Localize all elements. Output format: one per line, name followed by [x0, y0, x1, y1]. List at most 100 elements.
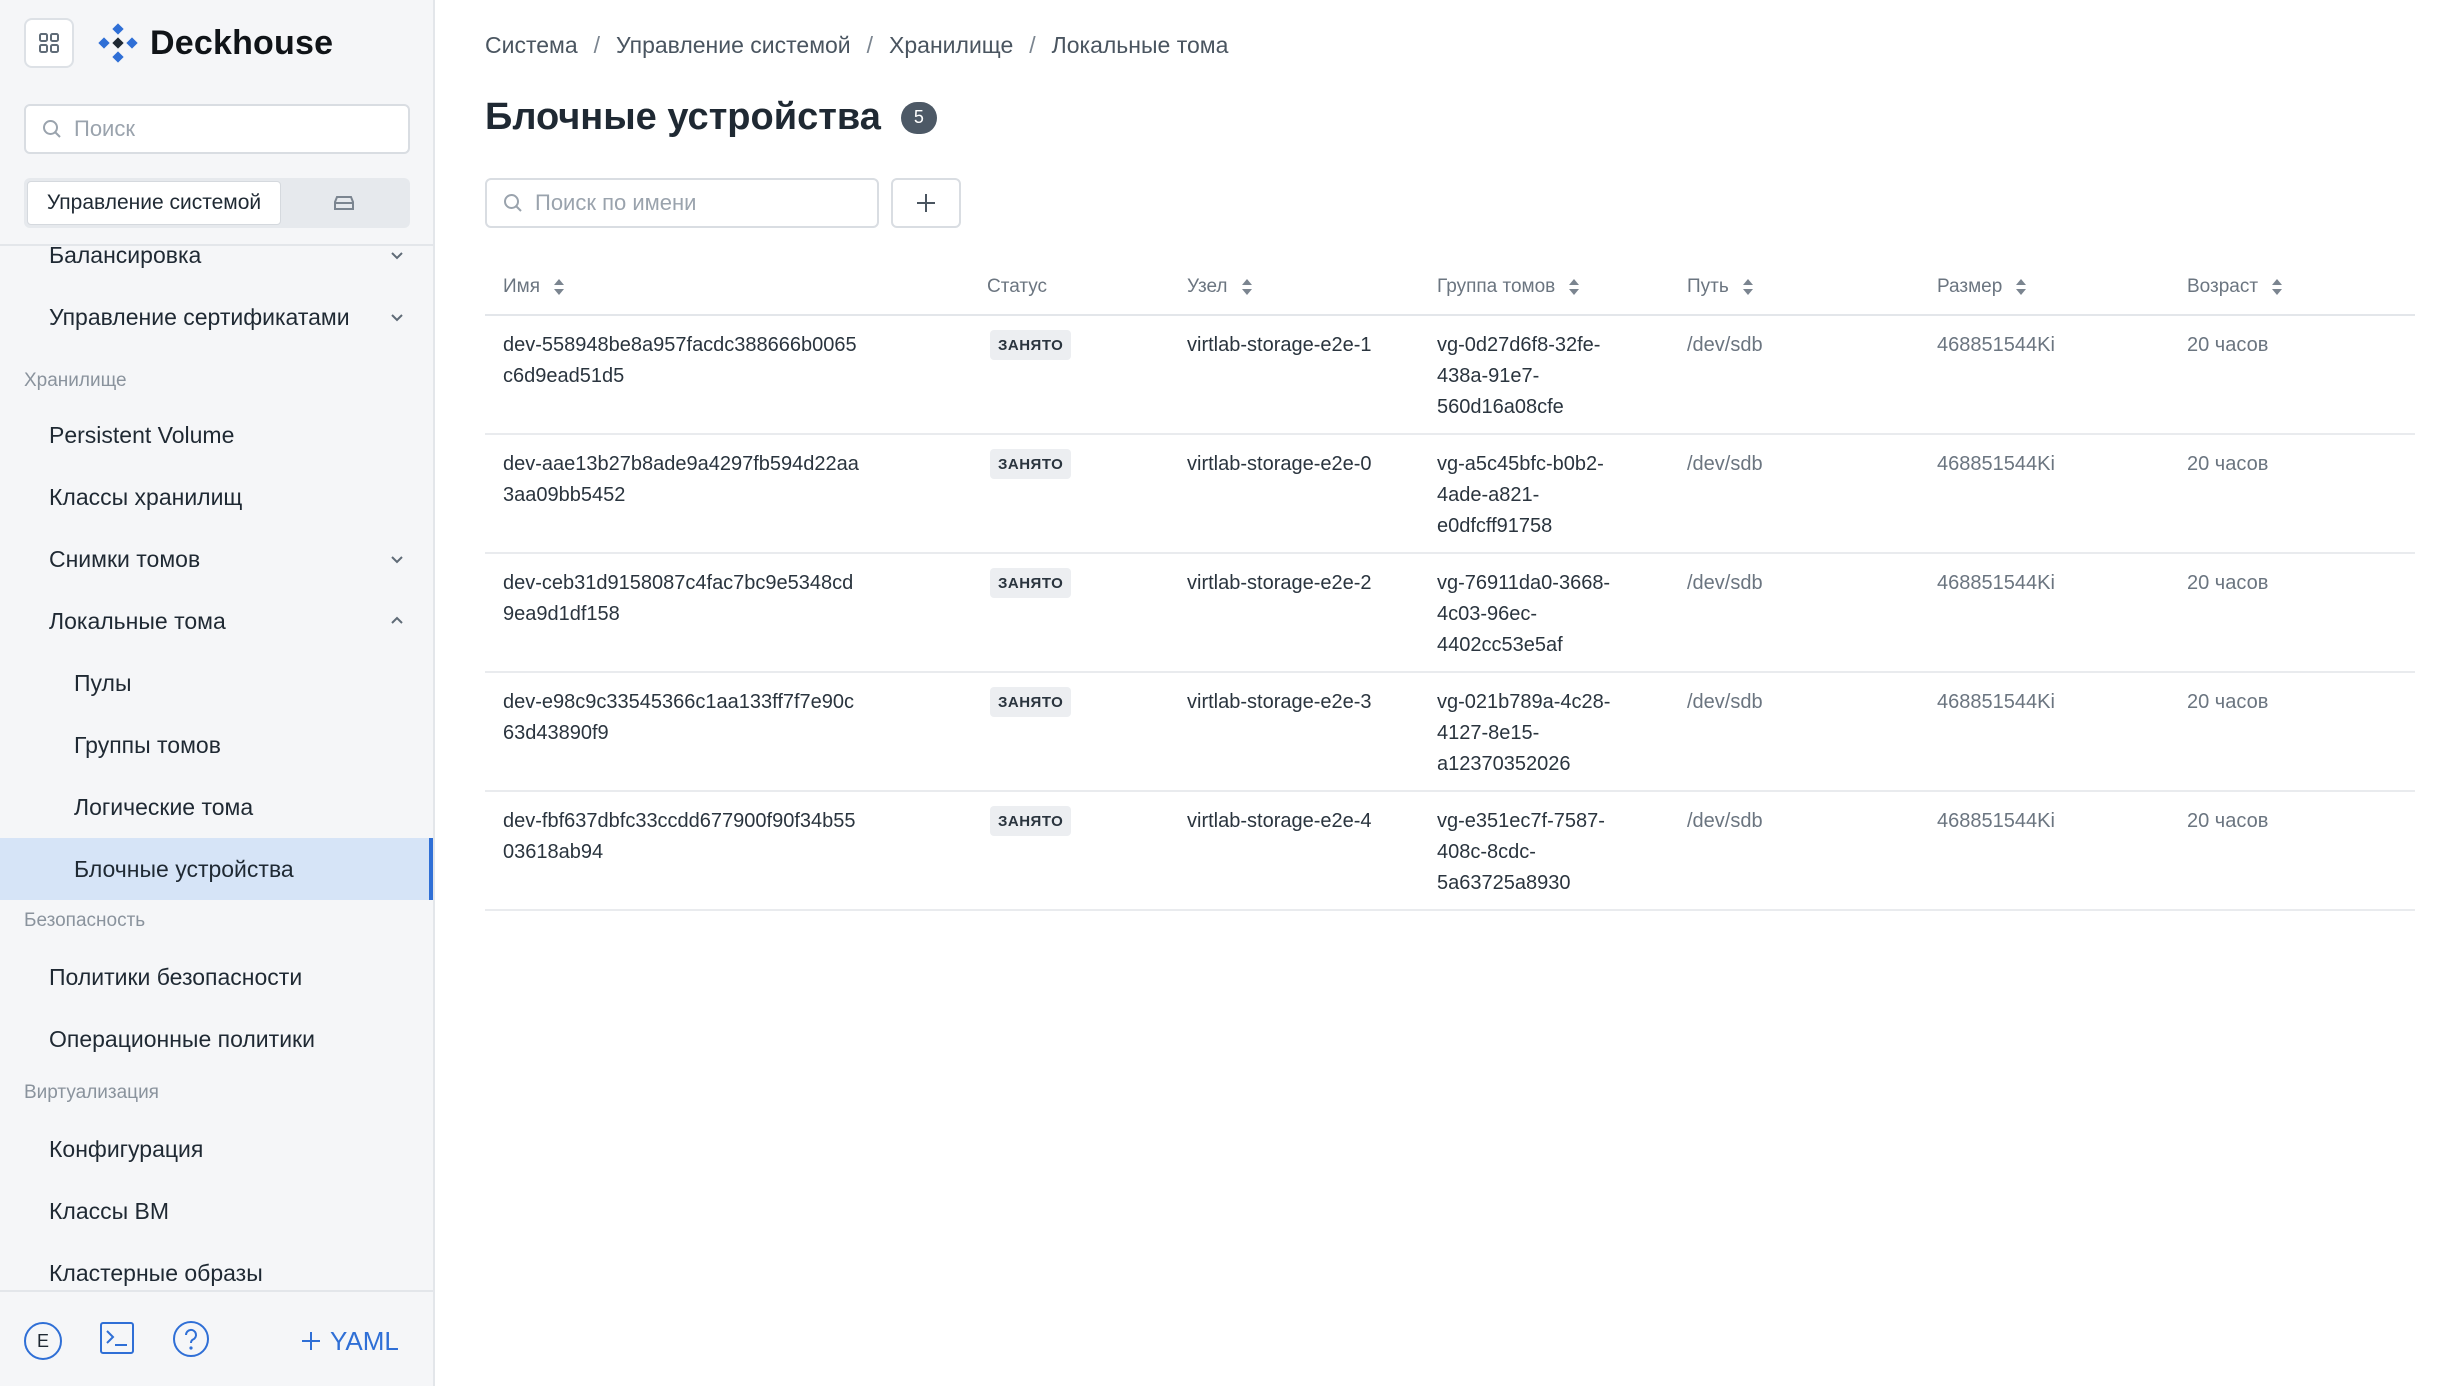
grid-icon: [39, 33, 59, 53]
page-title: Блочные устройства: [485, 96, 881, 138]
sidebar-item-label: Операционные политики: [49, 1025, 315, 1052]
section-switcher: Управление системой: [24, 178, 410, 228]
cell-volume-group: vg-76911da0-3668-4c03-96ec-4402cc53e5af: [1437, 572, 1611, 656]
table-row[interactable]: dev-ceb31d9158087c4fac7bc9e5348cd9ea9d1d…: [485, 554, 2415, 673]
terminal-icon[interactable]: [100, 1322, 134, 1354]
cell-name[interactable]: dev-fbf637dbfc33ccdd677900f90f34b5503618…: [503, 806, 863, 868]
cell-age: 20 часов: [2187, 572, 2269, 594]
cell-size: 468851544Ki: [1937, 572, 2055, 594]
cell-path: /dev/sdb: [1687, 334, 1763, 356]
cell-volume-group: vg-0d27d6f8-32fe-438a-91e7-560d16a08cfe: [1437, 334, 1601, 418]
help-icon[interactable]: [172, 1320, 210, 1358]
sidebar-item-label: Persistent Volume: [49, 421, 235, 448]
sidebar-search[interactable]: [24, 104, 410, 154]
nav-section-security: Безопасность: [24, 910, 146, 931]
cell-age: 20 часов: [2187, 453, 2269, 475]
sidebar-topbar: Deckhouse: [0, 0, 433, 90]
sidebar-item-label: Блочные устройства: [74, 855, 294, 882]
breadcrumb-item-system-management[interactable]: Управление системой: [616, 32, 851, 59]
sidebar-item-label: Классы ВМ: [49, 1197, 170, 1224]
sidebar-item-block-devices[interactable]: Блочные устройства: [0, 838, 433, 900]
sidebar-item-security-policies[interactable]: Политики безопасности: [0, 946, 433, 1008]
cell-path: /dev/sdb: [1687, 453, 1763, 475]
sidebar-item-cert-management[interactable]: Управление сертификатами: [0, 286, 433, 348]
column-header-status: Статус: [987, 276, 1047, 298]
breadcrumb-separator: /: [593, 32, 601, 58]
brand-logo[interactable]: Deckhouse: [98, 18, 333, 68]
sort-icon: [2016, 279, 2027, 295]
cell-node: virtlab-storage-e2e-3: [1187, 691, 1372, 713]
breadcrumb-item-storage[interactable]: Хранилище: [889, 32, 1013, 59]
title-row: Блочные устройства 5: [485, 96, 937, 139]
cell-path: /dev/sdb: [1687, 572, 1763, 594]
sidebar-nav: Балансировка Управление сертификатами Хр…: [0, 244, 433, 1290]
sidebar-item-configuration[interactable]: Конфигурация: [0, 1118, 433, 1180]
column-header-label: Статус: [987, 276, 1048, 297]
segment-system-management[interactable]: Управление системой: [27, 181, 281, 225]
sidebar-item-local-volumes[interactable]: Локальные тома: [0, 590, 433, 652]
column-header-age[interactable]: Возраст: [2187, 276, 2284, 298]
breadcrumb-item-system[interactable]: Система: [485, 32, 578, 59]
cell-path: /dev/sdb: [1687, 691, 1763, 713]
cell-volume-group: vg-e351ec7f-7587-408c-8cdc-5a63725a8930: [1437, 810, 1605, 894]
search-icon: [504, 194, 522, 212]
sidebar-item-label: Группы томов: [74, 731, 221, 758]
cell-name[interactable]: dev-aae13b27b8ade9a4297fb594d22aa3aa09bb…: [503, 449, 863, 511]
column-header-size[interactable]: Размер: [1937, 276, 2028, 298]
column-header-label: Возраст: [2187, 276, 2259, 297]
status-badge: ЗАНЯТО: [990, 687, 1072, 717]
sidebar-item-vm-classes[interactable]: Классы ВМ: [0, 1180, 433, 1242]
segment-storage[interactable]: [281, 181, 407, 225]
deckhouse-logo-icon: [98, 23, 138, 63]
sidebar-item-storage-classes[interactable]: Классы хранилищ: [0, 466, 433, 528]
sort-icon: [554, 279, 565, 295]
cell-size: 468851544Ki: [1937, 453, 2055, 475]
cell-age: 20 часов: [2187, 810, 2269, 832]
sidebar-item-persistent-volume[interactable]: Persistent Volume: [0, 404, 433, 466]
column-header-name[interactable]: Имя: [503, 276, 566, 298]
sidebar-search-input[interactable]: [74, 116, 394, 142]
sidebar-item-cluster-images[interactable]: Кластерные образы: [0, 1242, 433, 1290]
breadcrumb-separator: /: [866, 32, 874, 58]
sidebar-item-label: Конфигурация: [49, 1135, 204, 1162]
table-row[interactable]: dev-fbf637dbfc33ccdd677900f90f34b5503618…: [485, 792, 2415, 911]
status-badge: ЗАНЯТО: [990, 449, 1072, 479]
sidebar-item-operational-policies[interactable]: Операционные политики: [0, 1008, 433, 1070]
name-filter[interactable]: [485, 178, 879, 228]
sidebar-item-volume-snapshots[interactable]: Снимки томов: [0, 528, 433, 590]
add-button[interactable]: [891, 178, 961, 228]
sidebar-item-label: Балансировка: [49, 244, 202, 268]
sidebar-item-label: Управление сертификатами: [49, 303, 350, 330]
sidebar-item-balancing[interactable]: Балансировка: [0, 244, 433, 286]
apps-grid-button[interactable]: [24, 18, 74, 68]
column-header-node[interactable]: Узел: [1187, 276, 1254, 298]
table-row[interactable]: dev-e98c9c33545366c1aa133ff7f7e90c63d438…: [485, 673, 2415, 792]
sidebar-item-label: Локальные тома: [49, 607, 226, 634]
sidebar-item-volume-groups[interactable]: Группы томов: [0, 714, 433, 776]
storage-icon: [334, 196, 354, 210]
cell-name[interactable]: dev-558948be8a957facdc388666b0065c6d9ead…: [503, 330, 863, 392]
status-badge: ЗАНЯТО: [990, 330, 1072, 360]
cell-name[interactable]: dev-e98c9c33545366c1aa133ff7f7e90c63d438…: [503, 687, 863, 749]
cell-name[interactable]: dev-ceb31d9158087c4fac7bc9e5348cd9ea9d1d…: [503, 568, 863, 630]
search-icon: [43, 120, 61, 138]
cell-size: 468851544Ki: [1937, 334, 2055, 356]
column-header-volume-group[interactable]: Группа томов: [1437, 276, 1581, 298]
table-row[interactable]: dev-558948be8a957facdc388666b0065c6d9ead…: [485, 316, 2415, 435]
breadcrumb-item-local-volumes[interactable]: Локальные тома: [1052, 32, 1229, 59]
add-yaml-button[interactable]: YAML: [300, 1322, 399, 1360]
chevron-down-icon: [391, 314, 403, 322]
user-avatar[interactable]: E: [24, 1322, 62, 1360]
name-filter-input[interactable]: [535, 190, 865, 216]
nav-section-storage: Хранилище: [24, 370, 127, 391]
nav-section-virtualization: Виртуализация: [24, 1082, 159, 1103]
add-yaml-label: YAML: [330, 1325, 399, 1356]
sidebar-item-label: Логические тома: [74, 793, 254, 820]
sort-icon: [1241, 279, 1252, 295]
column-header-path[interactable]: Путь: [1687, 276, 1755, 298]
table-row[interactable]: dev-aae13b27b8ade9a4297fb594d22aa3aa09bb…: [485, 435, 2415, 554]
sidebar-item-pools[interactable]: Пулы: [0, 652, 433, 714]
sidebar-item-logical-volumes[interactable]: Логические тома: [0, 776, 433, 838]
column-header-label: Группа томов: [1437, 276, 1556, 297]
status-badge: ЗАНЯТО: [990, 568, 1072, 598]
